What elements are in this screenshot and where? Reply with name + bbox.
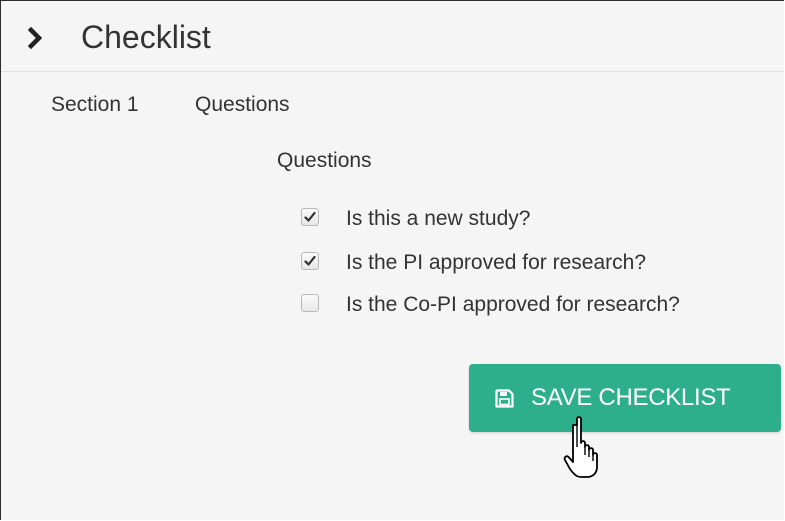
- question-text: Is the PI approved for research?: [346, 251, 646, 274]
- checklist-panel: Checklist Section 1 Questions Questions …: [0, 0, 784, 520]
- question-text: Is this a new study?: [346, 207, 531, 230]
- panel-title: Checklist: [81, 19, 211, 55]
- chevron-right-icon[interactable]: [27, 27, 45, 49]
- save-checklist-button[interactable]: SAVE CHECKLIST: [469, 364, 781, 432]
- hand-pointer-icon: [563, 416, 598, 478]
- checkmark-icon: [304, 255, 316, 266]
- questions-heading: Questions: [277, 149, 372, 172]
- question-text: Is the Co-PI approved for research?: [346, 293, 680, 316]
- question-checkbox[interactable]: [301, 294, 319, 312]
- question-checkbox[interactable]: [301, 252, 319, 270]
- checkmark-icon: [304, 211, 316, 222]
- checklist-header[interactable]: Checklist: [1, 1, 784, 72]
- question-checkbox[interactable]: [301, 208, 319, 226]
- save-button-label: SAVE CHECKLIST: [531, 384, 731, 411]
- section-label: Section 1: [51, 93, 139, 116]
- section-name: Questions: [195, 93, 290, 116]
- floppy-disk-icon: [495, 389, 514, 408]
